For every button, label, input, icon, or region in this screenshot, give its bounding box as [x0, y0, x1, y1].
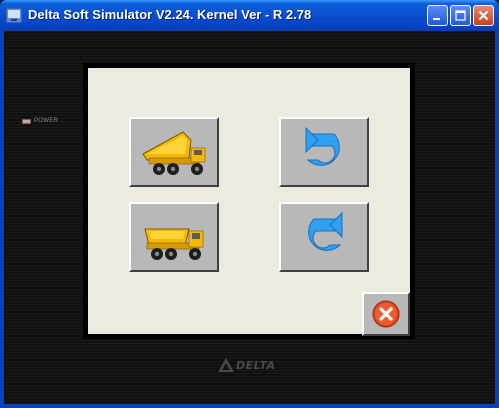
- close-screen-button[interactable]: [362, 292, 410, 336]
- power-indicator: POWER: [22, 118, 58, 124]
- dump-truck-flat-button[interactable]: [129, 202, 219, 272]
- rotate-counterclockwise-icon: [305, 126, 340, 166]
- dump-truck-flat-icon: [144, 228, 204, 260]
- title-bar[interactable]: Delta Soft Simulator V2.24. Kernel Ver -…: [0, 0, 499, 31]
- maximize-icon: [455, 10, 466, 21]
- maximize-button[interactable]: [450, 5, 471, 26]
- app-icon: [6, 8, 22, 23]
- delta-logo: DELTA: [218, 358, 276, 372]
- close-x-icon: [372, 300, 400, 328]
- delta-triangle-icon: [218, 358, 234, 372]
- power-label: POWER: [34, 118, 59, 124]
- power-led: [22, 118, 31, 124]
- rotate-back-button[interactable]: [279, 117, 369, 187]
- close-icon: [478, 10, 489, 21]
- window-frame-right: [495, 31, 499, 404]
- brand-label: DELTA: [236, 358, 276, 372]
- window-frame-bottom: [0, 404, 499, 408]
- rotate-forward-button[interactable]: [279, 202, 369, 272]
- rotate-clockwise-icon: [308, 211, 343, 251]
- dump-truck-tipped-icon: [142, 131, 206, 175]
- close-window-button[interactable]: [473, 5, 494, 26]
- simulator-window: Delta Soft Simulator V2.24. Kernel Ver -…: [0, 0, 499, 408]
- window-title: Delta Soft Simulator V2.24. Kernel Ver -…: [28, 7, 312, 22]
- dump-truck-tipping-button[interactable]: [129, 117, 219, 187]
- minimize-icon: [433, 18, 440, 20]
- minimize-button[interactable]: [427, 5, 448, 26]
